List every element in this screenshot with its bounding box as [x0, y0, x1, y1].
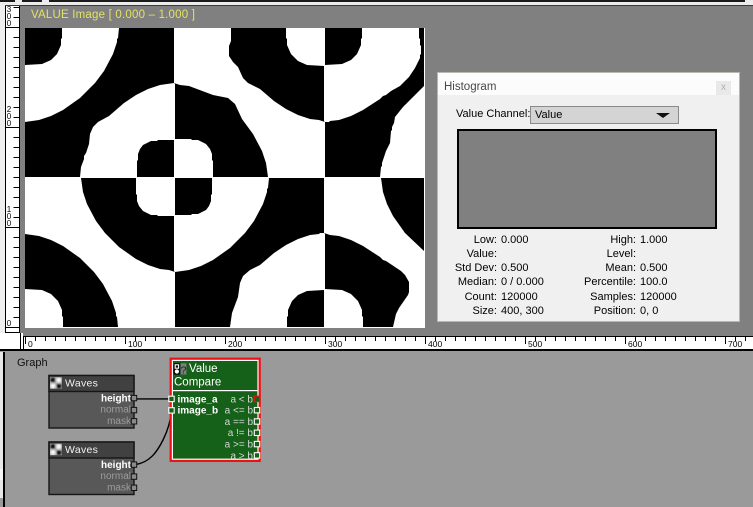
svg-text:0: 0 [7, 219, 12, 228]
svg-text:a == b: a == b [225, 417, 254, 428]
svg-text:normal: normal [100, 405, 131, 416]
svg-text:a > b: a > b [230, 451, 253, 462]
svg-text:mask: mask [107, 416, 132, 427]
svg-text:0: 0 [7, 19, 12, 28]
svg-text:height: height [101, 460, 132, 471]
svg-text:600: 600 [628, 339, 642, 349]
svg-text:image_a: image_a [178, 394, 218, 405]
svg-text:0: 0 [28, 339, 33, 349]
svg-text:?: ? [181, 365, 187, 377]
svg-text:a != b: a != b [228, 428, 254, 439]
svg-text:200: 200 [228, 339, 242, 349]
svg-text:300: 300 [328, 339, 342, 349]
svg-text:Value: Value [189, 363, 218, 375]
svg-text:Compare: Compare [174, 377, 221, 389]
svg-text:a >= b: a >= b [225, 440, 254, 451]
svg-text:image_b: image_b [178, 406, 219, 417]
svg-text:100: 100 [128, 339, 142, 349]
svg-text:0: 0 [7, 319, 12, 328]
svg-text:Waves: Waves [65, 444, 98, 456]
svg-text:mask: mask [107, 482, 132, 493]
svg-text:Waves: Waves [65, 377, 98, 389]
svg-text:400: 400 [428, 339, 442, 349]
svg-text:normal: normal [100, 471, 131, 482]
svg-text:a < b: a < b [230, 394, 253, 405]
svg-text:500: 500 [528, 339, 542, 349]
svg-text:height: height [101, 393, 132, 404]
svg-text:0: 0 [7, 119, 12, 128]
svg-text:700: 700 [728, 339, 742, 349]
svg-text:a <= b: a <= b [225, 406, 254, 417]
